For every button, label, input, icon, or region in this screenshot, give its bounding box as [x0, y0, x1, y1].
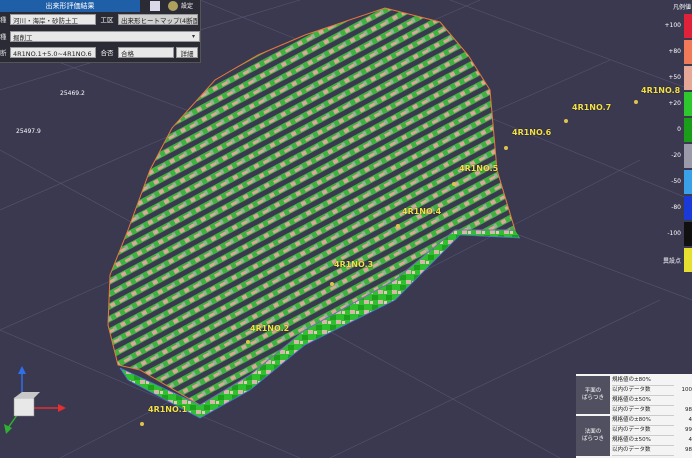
group-label: 平面の ばらつき: [576, 376, 610, 414]
row-label: 断: [0, 49, 7, 57]
legend-label: -80: [671, 204, 681, 211]
legend-swatch: [684, 170, 692, 194]
legend-label: -100: [667, 230, 681, 237]
section-label: 4R1NO.7: [572, 103, 612, 112]
legend-swatch: [684, 144, 692, 168]
section-marker: [396, 224, 400, 228]
legend-label: -20: [671, 152, 681, 159]
stats-row-value: [674, 376, 692, 385]
row-label: 種: [0, 33, 7, 41]
dispersion-table: 平面の ばらつき 法面の ばらつき 規格値の±80% 以内のデータ数 100 規格値の…: [576, 374, 692, 458]
judge-value: 合格: [118, 47, 174, 58]
section-marker: [140, 422, 144, 426]
stats-row-label: 規格値の±80%: [612, 416, 674, 426]
legend-label: +20: [668, 100, 681, 107]
section-label: 4R1NO.5: [459, 164, 499, 173]
legend-swatch: [684, 118, 692, 142]
stats-row-label: 以内のデータ数: [612, 446, 674, 456]
stats-row-value: 4: [688, 437, 692, 443]
section-label: 4R1NO.3: [334, 260, 374, 269]
section-label: 4R1NO.4: [402, 207, 442, 216]
panel-title: 出来形評価結果: [0, 0, 140, 12]
legend-swatch: [684, 222, 692, 246]
section-marker: [634, 100, 638, 104]
settings-icon[interactable]: [168, 1, 178, 11]
legend-label: 異設点: [662, 258, 681, 265]
legend-label: +80: [668, 48, 681, 55]
coordinate-label: 25469.2: [60, 90, 85, 97]
document-icon[interactable]: [150, 1, 160, 11]
section-label: 4R1NO.2: [250, 324, 290, 333]
group-label: 法面の ばらつき: [576, 416, 610, 456]
coordinate-label: 25497.9: [16, 128, 41, 135]
legend-swatch: [684, 40, 692, 64]
stats-row-label: 以内のデータ数: [612, 386, 674, 396]
legend-swatch: [684, 92, 692, 116]
settings-label[interactable]: 設定: [181, 1, 193, 10]
legend-label: -50: [671, 178, 681, 185]
color-legend: 凡例値 +100 +80 +50 +20 0 -20 -50 -80 -100 異設点: [654, 0, 692, 290]
heatmap-surface: [107, 7, 521, 419]
section-marker: [452, 182, 456, 186]
judge-label: 合否: [97, 47, 117, 58]
stats-row-label: 規格値の±80%: [612, 376, 674, 386]
legend-swatch: [684, 196, 692, 220]
legend-label: +100: [664, 22, 681, 29]
stats-row-value: 98: [685, 407, 692, 413]
range-field[interactable]: 4R1NO.1+5.0~4R1NO.6: [10, 47, 96, 58]
section-marker: [330, 282, 334, 286]
section-label: 4R1NO.1: [148, 405, 188, 414]
kouku-label: 工区: [97, 14, 117, 25]
legend-swatch: [684, 248, 692, 272]
stats-row-value: [674, 396, 692, 405]
stats-row-label: 規格値の±50%: [612, 436, 674, 446]
evaluation-panel: 出来形評価結果 設定 種 河川・海岸・砂防土工 工区 出来形ヒートマップ(4断面…: [0, 0, 201, 63]
section-marker: [246, 340, 250, 344]
stats-row-value: 98: [685, 447, 692, 453]
detail-type-select[interactable]: 掘削工: [10, 31, 200, 42]
legend-title: 凡例値: [672, 4, 691, 11]
legend-swatch: [684, 66, 692, 90]
stats-row-label: 以内のデータ数: [612, 406, 674, 416]
section-label: 4R1NO.6: [512, 128, 552, 137]
stats-row-value: 100: [681, 387, 692, 393]
stats-row-value: 4: [688, 417, 692, 423]
work-type-field[interactable]: 河川・海岸・砂防土工: [10, 14, 96, 25]
section-marker: [564, 119, 568, 123]
stats-row-label: 以内のデータ数: [612, 426, 674, 436]
section-marker: [504, 146, 508, 150]
row-label: 種: [0, 16, 7, 24]
axis-gizmo: [4, 366, 66, 434]
legend-label: +50: [668, 74, 681, 81]
detail-button[interactable]: 詳細: [176, 47, 198, 58]
legend-swatch: [684, 14, 692, 38]
view-mode-select[interactable]: 出来形ヒートマップ(4断面): [118, 14, 198, 25]
chevron-down-icon[interactable]: ▾: [192, 31, 195, 43]
stats-row-value: 99: [685, 427, 692, 433]
stats-row-label: 規格値の±50%: [612, 396, 674, 406]
legend-label: 0: [677, 126, 681, 133]
